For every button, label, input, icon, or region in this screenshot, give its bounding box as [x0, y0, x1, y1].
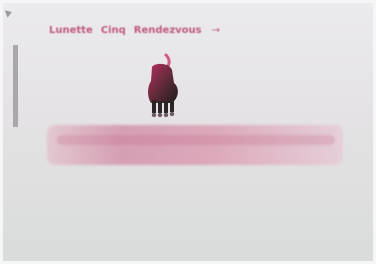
animal-figure-icon — [148, 53, 178, 118]
breadcrumb-arrow-icon[interactable]: → — [212, 25, 220, 36]
breadcrumb-item-1[interactable]: Lunette — [49, 25, 93, 36]
breadcrumb-item-2[interactable]: Cinq — [101, 25, 126, 36]
breadcrumb: Lunette Cinq Rendezvous → — [49, 21, 220, 39]
scrollbar-thumb[interactable] — [13, 45, 18, 127]
back-arrow-icon[interactable] — [4, 8, 14, 18]
featured-banner[interactable] — [47, 125, 343, 165]
banner-highlight — [57, 135, 335, 145]
breadcrumb-item-3[interactable]: Rendezvous — [134, 25, 202, 36]
app-window: Lunette Cinq Rendezvous → — [0, 0, 376, 264]
